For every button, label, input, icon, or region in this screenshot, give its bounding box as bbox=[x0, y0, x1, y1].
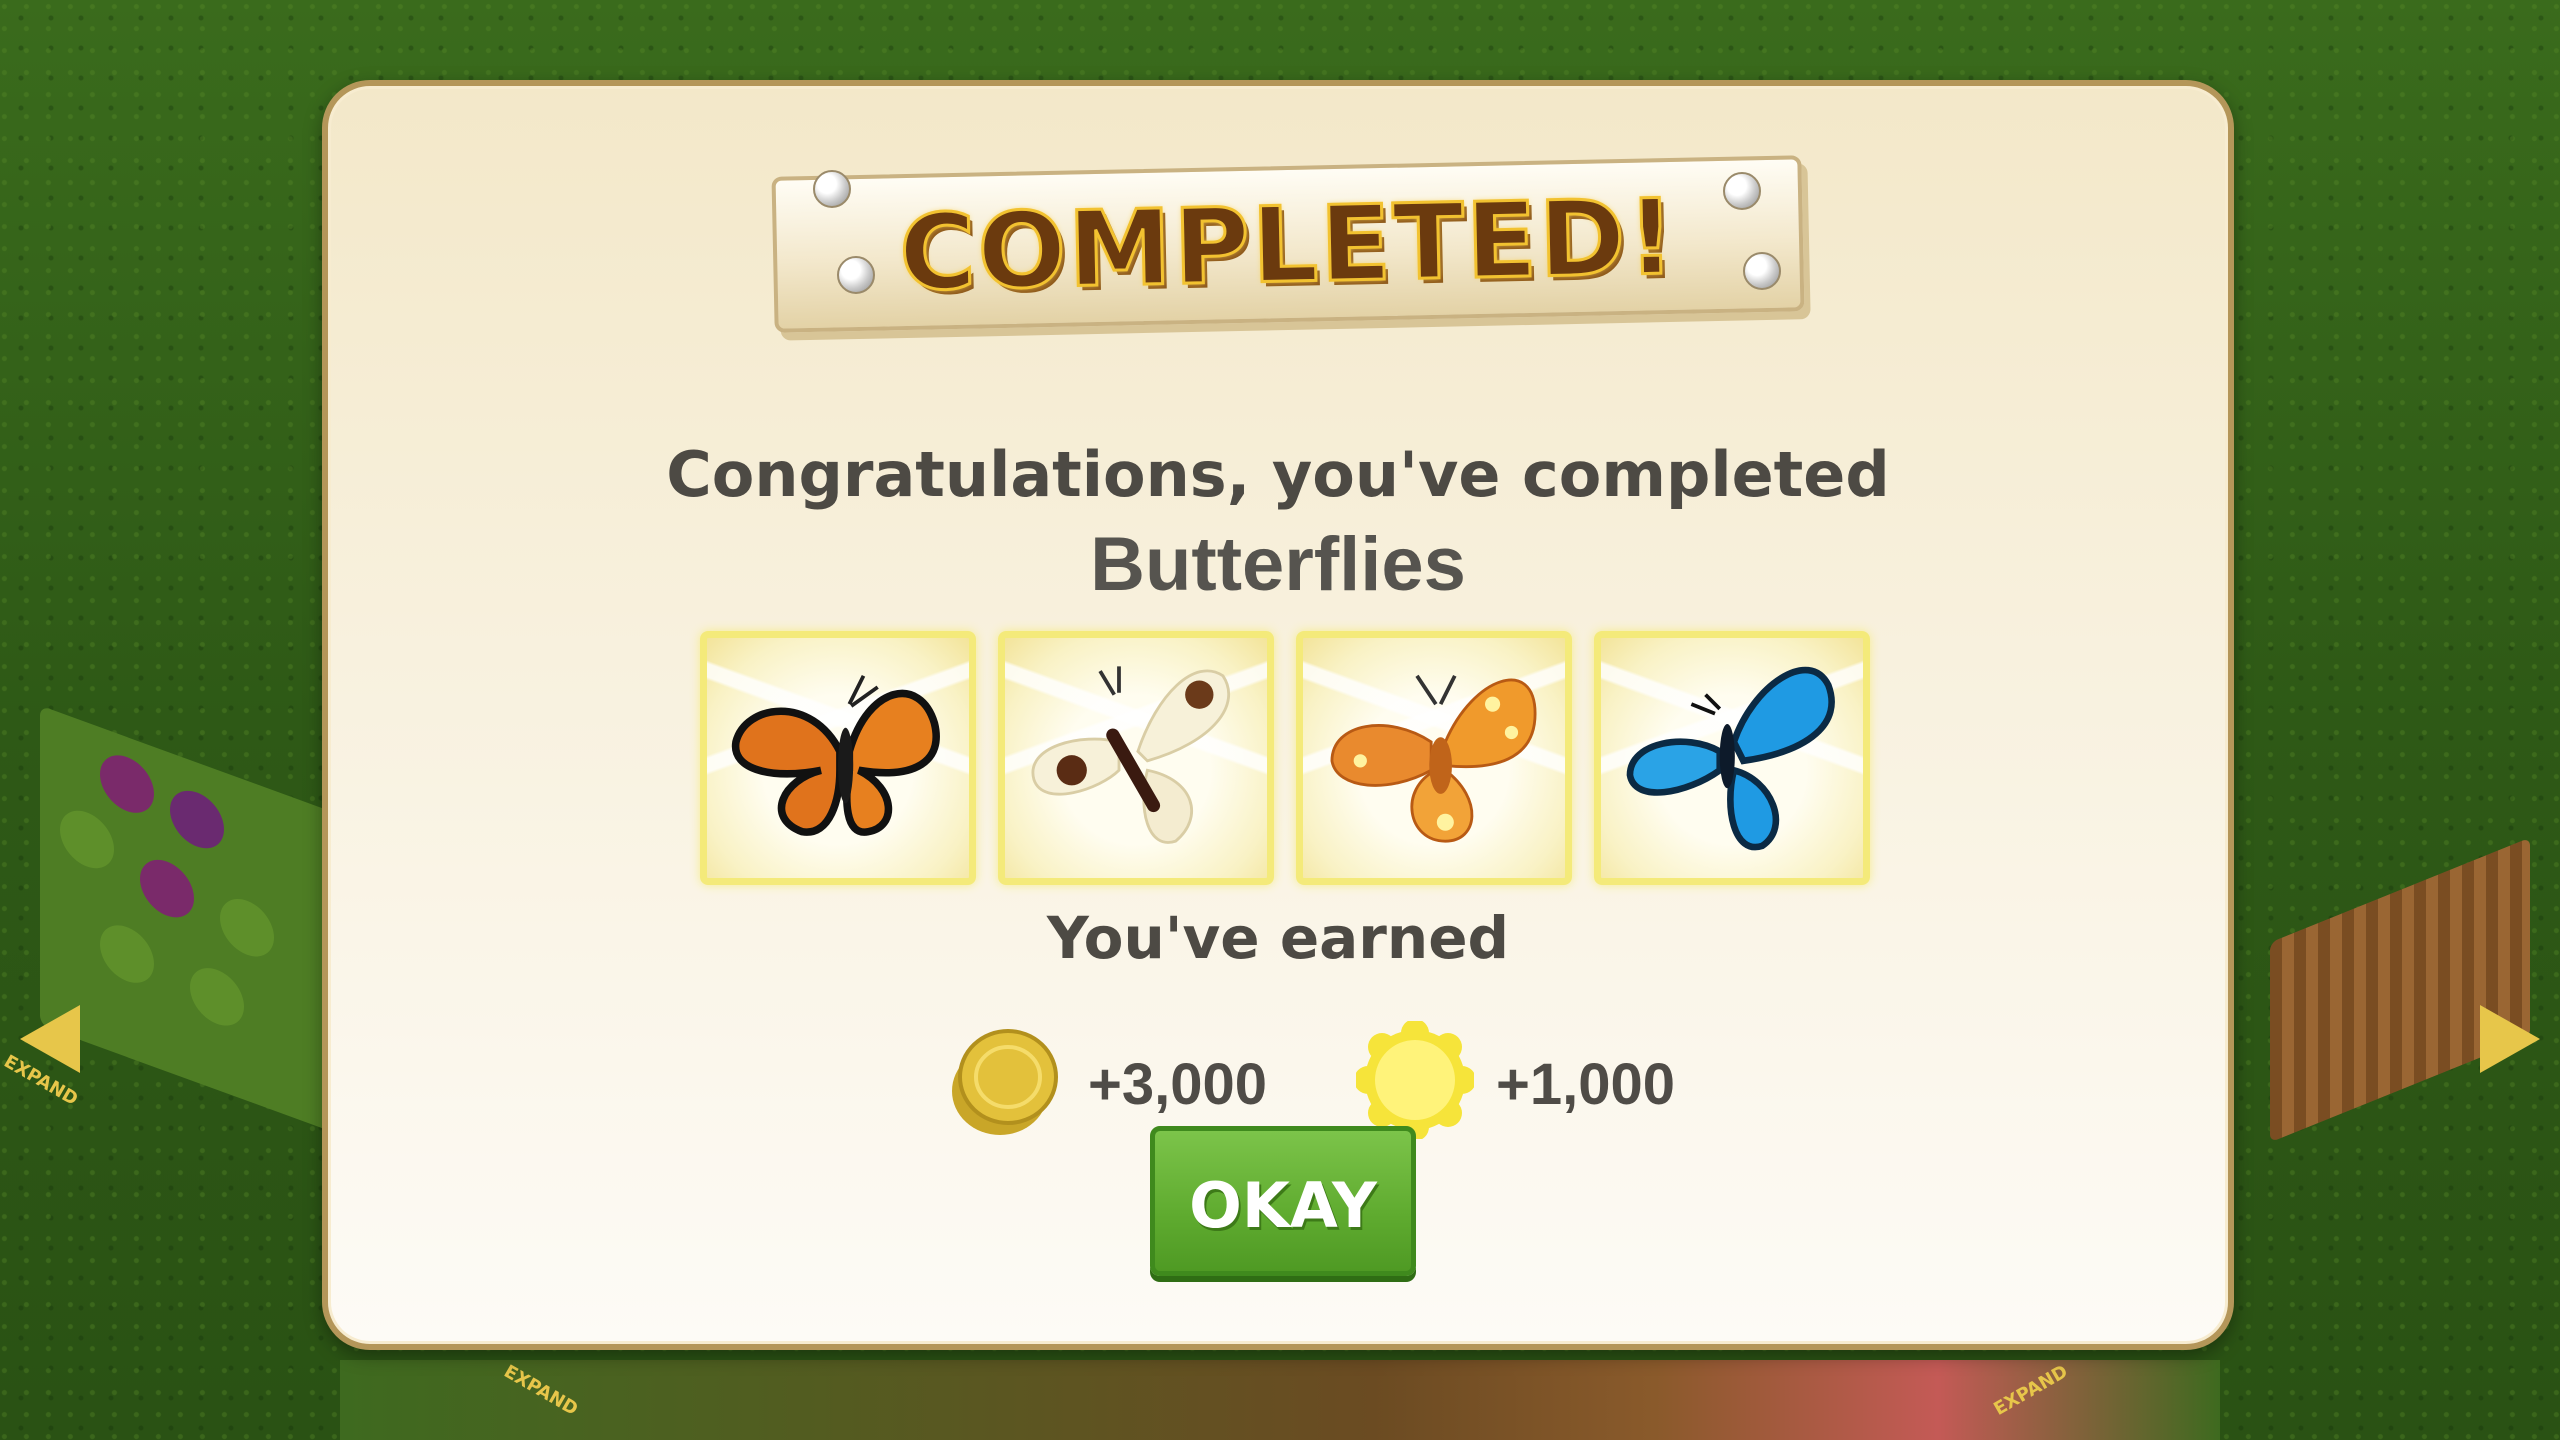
fruit-tree bbox=[220, 890, 274, 965]
okay-button-label: OKAY bbox=[1189, 1169, 1377, 1242]
cream-spotted-butterfly-icon bbox=[1031, 666, 1230, 844]
fruit-tree bbox=[100, 747, 154, 821]
orange-yellow-spotted-butterfly-icon bbox=[1330, 674, 1537, 843]
fruit-tree bbox=[190, 960, 244, 1034]
collection-completed-dialog: COMPLETED! Congratulations, you've compl… bbox=[322, 80, 2234, 1350]
expand-right-arrow-icon[interactable] bbox=[2480, 1005, 2540, 1073]
collection-item-tile bbox=[998, 631, 1274, 885]
congratulations-message: Congratulations, you've completed bbox=[666, 438, 1890, 511]
collection-item-tile bbox=[1296, 631, 1572, 885]
collection-item-tile bbox=[700, 631, 976, 885]
completed-banner: COMPLETED! bbox=[763, 155, 1813, 336]
okay-button[interactable]: OKAY bbox=[1150, 1126, 1416, 1276]
fruit-tree bbox=[170, 782, 224, 857]
reward-coins: +3,000 bbox=[948, 1021, 1288, 1141]
reward-experience-value: +1,000 bbox=[1496, 1052, 1676, 1117]
fruit-tree bbox=[100, 917, 154, 991]
reward-experience: +1,000 bbox=[1356, 1021, 1696, 1141]
collection-items bbox=[700, 631, 1870, 891]
blue-morpho-butterfly-icon bbox=[1626, 666, 1835, 851]
coins-icon bbox=[952, 1029, 1058, 1135]
fruit-tree bbox=[60, 802, 114, 877]
reward-coins-value: +3,000 bbox=[1088, 1052, 1268, 1117]
banner-title: COMPLETED! bbox=[897, 174, 1680, 315]
farm-bottom-strip bbox=[340, 1360, 2220, 1440]
fruit-tree bbox=[140, 851, 194, 926]
experience-star-icon bbox=[1356, 1021, 1474, 1139]
collection-name: Butterflies bbox=[1090, 522, 1466, 607]
collection-item-tile bbox=[1594, 631, 1870, 885]
monarch-butterfly-icon bbox=[732, 674, 940, 836]
earned-label: You've earned bbox=[1046, 904, 1510, 972]
